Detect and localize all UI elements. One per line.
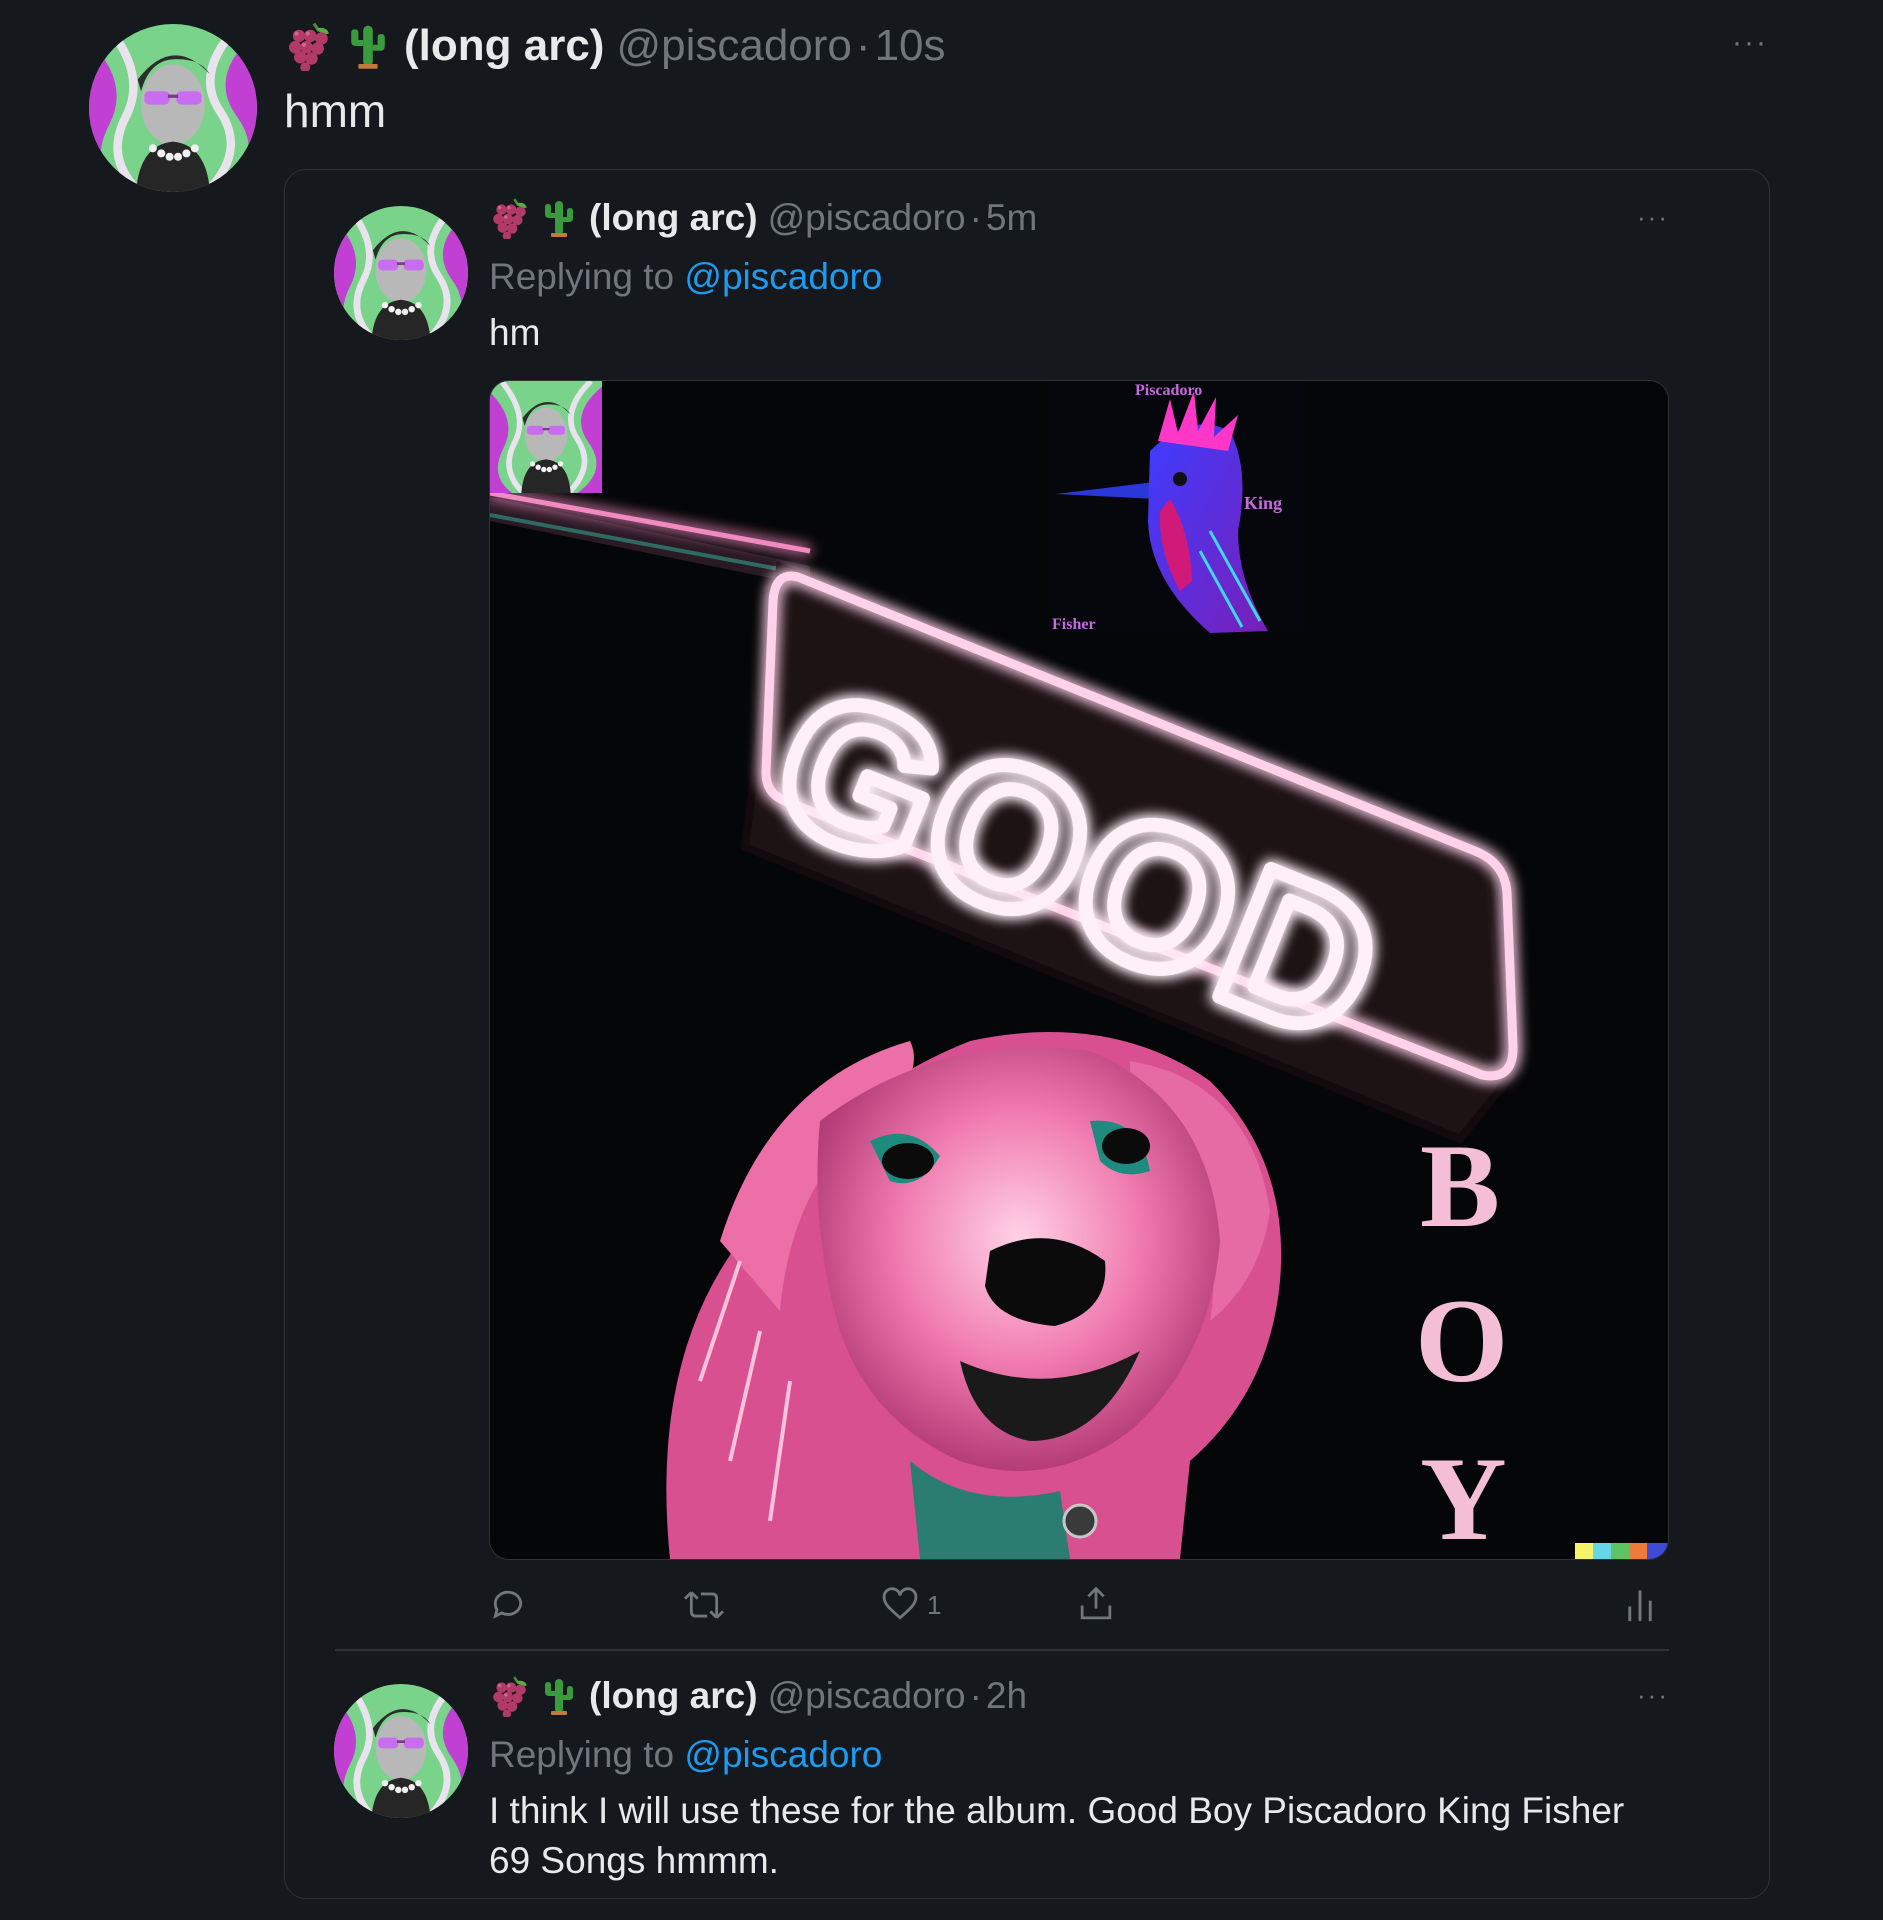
corner-avatar: [490, 381, 602, 493]
replying-to-handle[interactable]: @piscadoro: [684, 256, 882, 297]
svg-text:O: O: [1415, 1274, 1508, 1407]
reply-icon: [493, 1590, 523, 1619]
grapes-icon: [489, 1675, 531, 1717]
author-avatar[interactable]: [334, 1684, 468, 1818]
avatar-image: [334, 1684, 468, 1818]
replying-to-label: Replying to: [489, 256, 675, 297]
author-avatar[interactable]: [334, 206, 468, 340]
avatar-image: [334, 206, 468, 340]
embedded-thread-card[interactable]: (long arc) @piscadoro · 5m ··· Replying …: [284, 169, 1770, 1899]
tweet-text-line-2: 69 Songs hmmm.: [489, 1840, 779, 1881]
inset-label-right: King: [1244, 493, 1282, 513]
display-name[interactable]: (long arc): [404, 21, 604, 71]
separator-dot: ·: [969, 197, 982, 238]
author-avatar[interactable]: [89, 24, 257, 192]
separator-dot: ·: [855, 21, 871, 70]
avatar-image: [89, 24, 257, 192]
svg-text:Y: Y: [1420, 1432, 1507, 1559]
heart-icon: [882, 1587, 918, 1620]
album-art: GOOD Piscadoro King Fisher B O Y: [490, 381, 1668, 1559]
display-name[interactable]: (long arc): [589, 1675, 758, 1717]
cactus-icon: [344, 22, 392, 70]
timestamp[interactable]: 5m: [986, 197, 1037, 239]
replying-to: Replying to @piscadoro: [489, 1734, 882, 1776]
boy-letters: B O Y: [1415, 1119, 1508, 1559]
retweet-button[interactable]: [683, 1586, 725, 1629]
grapes-icon: [284, 21, 334, 71]
display-name[interactable]: (long arc): [589, 197, 758, 239]
tweet-header: (long arc) @piscadoro · 10s: [284, 18, 946, 74]
reply-button[interactable]: [489, 1586, 527, 1629]
replying-to-handle[interactable]: @piscadoro: [684, 1734, 882, 1775]
more-options-icon[interactable]: ···: [1637, 1680, 1669, 1711]
tweet-text: I think I will use these for the album. …: [489, 1786, 1624, 1886]
svg-text:B: B: [1420, 1119, 1500, 1252]
tweet-action-bar: 1: [489, 1582, 1667, 1632]
timestamp[interactable]: 2h: [986, 1675, 1027, 1717]
cactus-icon: [539, 1676, 579, 1716]
tweet-text-line-1: I think I will use these for the album. …: [489, 1790, 1625, 1831]
share-button[interactable]: [1077, 1584, 1115, 1629]
tweet-header: (long arc) @piscadoro · 5m: [489, 194, 1037, 242]
replying-to-label: Replying to: [489, 1734, 675, 1775]
more-options-icon[interactable]: ···: [1732, 26, 1768, 60]
color-strip: [1575, 1543, 1668, 1559]
analytics-button[interactable]: [1625, 1586, 1655, 1629]
replying-to: Replying to @piscadoro: [489, 256, 882, 298]
retweet-icon: [683, 1591, 725, 1619]
thread-tweet-2[interactable]: (long arc) @piscadoro · 2h ··· Replying …: [285, 1650, 1769, 1898]
grapes-icon: [489, 197, 531, 239]
thread-tweet-1[interactable]: (long arc) @piscadoro · 5m ··· Replying …: [285, 170, 1769, 1651]
like-count: 1: [927, 1589, 942, 1620]
tweet-text: hmm: [284, 85, 387, 137]
more-options-icon[interactable]: ···: [1637, 202, 1669, 233]
kingfisher-inset: Piscadoro King Fisher: [1047, 381, 1305, 633]
handle[interactable]: @piscadoro: [768, 1675, 966, 1717]
inset-label-bottom: Fisher: [1052, 616, 1096, 633]
tweet-text: hm: [489, 312, 541, 353]
like-button[interactable]: 1: [881, 1586, 941, 1624]
handle[interactable]: @piscadoro: [768, 197, 966, 239]
cactus-icon: [539, 198, 579, 238]
timestamp[interactable]: 10s: [875, 21, 946, 71]
analytics-icon: [1628, 1590, 1652, 1622]
separator-dot: ·: [969, 1675, 982, 1716]
tweet-header: (long arc) @piscadoro · 2h: [489, 1672, 1027, 1720]
share-icon: [1080, 1586, 1112, 1620]
tweet-outer[interactable]: (long arc) @piscadoro · 10s ··· hmm: [0, 0, 1883, 140]
handle[interactable]: @piscadoro: [616, 21, 851, 71]
tweet-media-image[interactable]: GOOD Piscadoro King Fisher B O Y: [489, 380, 1669, 1560]
